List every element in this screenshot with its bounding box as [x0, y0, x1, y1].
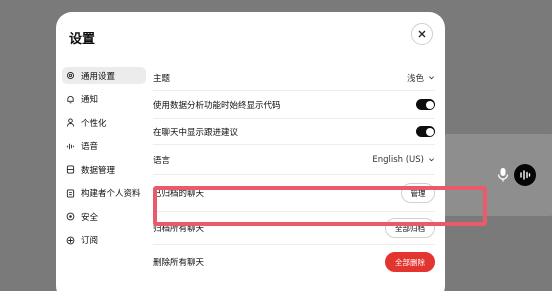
settings-content: 主题 浅色 使用数据分析功能时始终显示代码 在聊天中显示跟进建议 语言 Engl… — [153, 65, 435, 279]
voice-mode-button[interactable] — [514, 164, 536, 186]
bell-icon — [67, 95, 74, 103]
language-label: 语言 — [153, 155, 171, 166]
subscription-icon — [66, 236, 75, 244]
delete-all-label: 删除所有聊天 — [153, 258, 205, 268]
profile-card-icon — [66, 188, 75, 198]
modal-title: 设置 — [69, 32, 96, 47]
sidebar-item-security[interactable]: 安全 — [62, 208, 146, 225]
database-icon — [66, 165, 75, 174]
person-icon — [66, 118, 75, 127]
language-row: 语言 English (US) — [153, 145, 435, 175]
sidebar-item-personalization[interactable]: 个性化 — [62, 114, 146, 131]
highlight-annotation — [153, 186, 487, 226]
sidebar-item-voice[interactable]: 语音 — [62, 138, 146, 155]
delete-all-row: 删除所有聊天 全部删除 — [153, 245, 435, 279]
language-value: English (US) — [372, 154, 424, 165]
show-code-label: 使用数据分析功能时始终显示代码 — [153, 100, 281, 111]
sidebar-item-label: 语音 — [81, 142, 99, 152]
close-button[interactable] — [411, 23, 433, 45]
gear-icon — [66, 71, 75, 80]
chevron-down-icon — [429, 158, 434, 162]
sidebar-item-label: 个性化 — [81, 118, 107, 129]
sidebar-item-label: 通知 — [81, 95, 99, 105]
theme-label: 主题 — [153, 73, 171, 84]
show-code-row: 使用数据分析功能时始终显示代码 — [153, 91, 435, 119]
shield-icon — [66, 212, 75, 221]
microphone-icon[interactable] — [496, 167, 510, 183]
sidebar-item-label: 数据管理 — [81, 165, 116, 176]
follow-up-toggle[interactable] — [416, 126, 435, 137]
settings-sidebar: 通用设置 通知 个性化 语音 数据管理 构建者个人资料 安全 订阅 — [62, 67, 146, 255]
settings-modal: 设置 通用设置 通知 个性化 语音 数据管理 构建者个人资料 安全 订阅 主题 … — [56, 12, 445, 291]
sidebar-item-subscription[interactable]: 订阅 — [62, 232, 146, 249]
follow-up-row: 在聊天中显示跟进建议 — [153, 119, 435, 145]
theme-row: 主题 浅色 — [153, 65, 435, 91]
sidebar-item-label: 通用设置 — [81, 71, 116, 82]
follow-up-label: 在聊天中显示跟进建议 — [153, 127, 239, 138]
sidebar-item-data-controls[interactable]: 数据管理 — [62, 161, 146, 178]
sidebar-item-label: 构建者个人资料 — [81, 189, 141, 199]
sidebar-item-label: 安全 — [81, 212, 99, 223]
language-dropdown[interactable]: English (US) — [372, 155, 435, 165]
sidebar-item-general[interactable]: 通用设置 — [62, 67, 146, 84]
show-code-toggle[interactable] — [416, 99, 435, 110]
sidebar-item-notifications[interactable]: 通知 — [62, 91, 146, 108]
theme-dropdown[interactable]: 浅色 — [407, 72, 435, 84]
chevron-down-icon — [429, 76, 434, 80]
waveform-icon — [66, 143, 75, 149]
theme-value: 浅色 — [406, 73, 424, 84]
sidebar-item-builder-profile[interactable]: 构建者个人资料 — [62, 185, 146, 202]
delete-all-button[interactable]: 全部删除 — [385, 252, 435, 272]
close-icon — [418, 30, 426, 38]
sidebar-item-label: 订阅 — [81, 236, 99, 246]
waveform-icon — [520, 170, 531, 180]
